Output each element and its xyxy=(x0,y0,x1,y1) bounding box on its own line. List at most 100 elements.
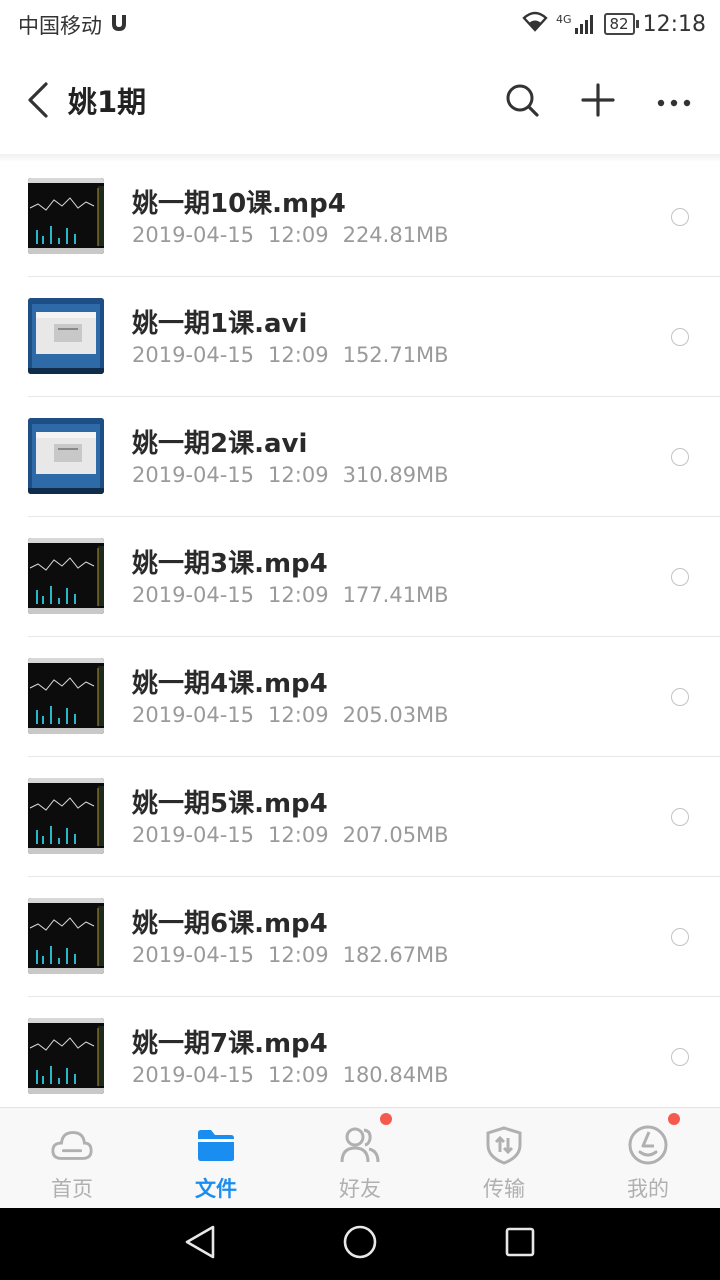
file-time: 12:09 xyxy=(268,943,329,967)
tab-label: 文件 xyxy=(195,1177,237,1201)
system-nav-bar xyxy=(0,1208,720,1280)
file-meta: 2019-04-15 12:09 177.41MB xyxy=(132,583,463,607)
tab-transfer[interactable]: 传输 xyxy=(432,1108,576,1209)
file-meta: 2019-04-15 12:09 207.05MB xyxy=(132,823,463,847)
file-time: 12:09 xyxy=(268,583,329,607)
file-row[interactable]: 姚一期5课.mp4 2019-04-15 12:09 207.05MB xyxy=(0,757,720,877)
file-time: 12:09 xyxy=(268,1063,329,1087)
file-size: 207.05MB xyxy=(342,823,449,847)
transfer-icon xyxy=(482,1123,526,1167)
tab-cloud[interactable]: 首页 xyxy=(0,1108,144,1209)
network-label: 4G xyxy=(555,13,572,26)
tab-label: 首页 xyxy=(51,1177,93,1201)
page-title: 姚1期 xyxy=(68,85,147,119)
file-name: 姚一期7课.mp4 xyxy=(132,1029,328,1059)
tab-folder[interactable]: 文件 xyxy=(144,1108,288,1209)
battery-indicator: 82 xyxy=(603,13,639,35)
file-meta: 2019-04-15 12:09 182.67MB xyxy=(132,943,463,967)
select-checkbox[interactable] xyxy=(671,568,689,586)
back-button[interactable] xyxy=(18,80,58,124)
chevron-left-icon xyxy=(26,82,50,122)
nav-home-button[interactable] xyxy=(340,1224,380,1264)
file-date: 2019-04-15 xyxy=(132,223,255,247)
file-time: 12:09 xyxy=(268,223,329,247)
more-button[interactable] xyxy=(652,80,696,124)
notification-badge xyxy=(380,1113,392,1125)
file-row[interactable]: 姚一期1课.avi 2019-04-15 12:09 152.71MB xyxy=(0,277,720,397)
wifi-icon xyxy=(522,10,548,38)
file-name: 姚一期6课.mp4 xyxy=(132,909,328,939)
cloud-icon xyxy=(50,1123,94,1167)
file-time: 12:09 xyxy=(268,343,329,367)
tab-profile[interactable]: 我的 xyxy=(576,1108,720,1209)
file-meta: 2019-04-15 12:09 224.81MB xyxy=(132,223,463,247)
video-thumbnail xyxy=(28,178,104,254)
file-time: 12:09 xyxy=(268,463,329,487)
file-size: 182.67MB xyxy=(342,943,449,967)
file-size: 224.81MB xyxy=(342,223,449,247)
select-checkbox[interactable] xyxy=(671,1048,689,1066)
triangle-back-icon xyxy=(183,1224,217,1264)
tab-label: 我的 xyxy=(627,1177,669,1201)
file-date: 2019-04-15 xyxy=(132,463,255,487)
file-name: 姚一期4课.mp4 xyxy=(132,669,328,699)
file-date: 2019-04-15 xyxy=(132,343,255,367)
tab-label: 好友 xyxy=(339,1177,381,1201)
more-icon xyxy=(656,93,692,112)
file-date: 2019-04-15 xyxy=(132,823,255,847)
select-checkbox[interactable] xyxy=(671,808,689,826)
file-row[interactable]: 姚一期2课.avi 2019-04-15 12:09 310.89MB xyxy=(0,397,720,517)
select-checkbox[interactable] xyxy=(671,928,689,946)
file-row[interactable]: 姚一期10课.mp4 2019-04-15 12:09 224.81MB xyxy=(0,157,720,277)
file-date: 2019-04-15 xyxy=(132,943,255,967)
bottom-tab-bar: 首页 文件 好友 传输 我的 xyxy=(0,1107,720,1209)
file-size: 180.84MB xyxy=(342,1063,449,1087)
video-thumbnail xyxy=(28,418,104,494)
status-right: 4G 82 12:18 xyxy=(522,10,706,38)
profile-icon xyxy=(626,1123,670,1167)
file-name: 姚一期5课.mp4 xyxy=(132,789,328,819)
file-size: 310.89MB xyxy=(342,463,449,487)
search-button[interactable] xyxy=(500,80,544,124)
folder-icon xyxy=(194,1123,238,1167)
status-left: 中国移动 xyxy=(18,10,130,40)
file-name: 姚一期10课.mp4 xyxy=(132,189,346,219)
tab-friends[interactable]: 好友 xyxy=(288,1108,432,1209)
file-date: 2019-04-15 xyxy=(132,703,255,727)
file-size: 205.03MB xyxy=(342,703,449,727)
clock: 12:18 xyxy=(642,11,706,37)
select-checkbox[interactable] xyxy=(671,688,689,706)
notification-icon xyxy=(108,12,130,39)
file-meta: 2019-04-15 12:09 310.89MB xyxy=(132,463,463,487)
file-row[interactable]: 姚一期7课.mp4 2019-04-15 12:09 180.84MB xyxy=(0,997,720,1107)
file-name: 姚一期3课.mp4 xyxy=(132,549,328,579)
file-time: 12:09 xyxy=(268,823,329,847)
video-thumbnail xyxy=(28,778,104,854)
friends-icon xyxy=(338,1123,382,1167)
video-thumbnail xyxy=(28,298,104,374)
nav-recents-button[interactable] xyxy=(500,1224,540,1264)
file-name: 姚一期2课.avi xyxy=(132,429,308,459)
carrier-label: 中国移动 xyxy=(18,14,102,38)
select-checkbox[interactable] xyxy=(671,448,689,466)
file-row[interactable]: 姚一期3课.mp4 2019-04-15 12:09 177.41MB xyxy=(0,517,720,637)
file-date: 2019-04-15 xyxy=(132,583,255,607)
file-meta: 2019-04-15 12:09 205.03MB xyxy=(132,703,463,727)
circle-home-icon xyxy=(342,1224,378,1264)
file-time: 12:09 xyxy=(268,703,329,727)
nav-back-button[interactable] xyxy=(180,1224,220,1264)
header: 姚1期 xyxy=(0,50,720,154)
plus-icon xyxy=(581,83,615,121)
video-thumbnail xyxy=(28,658,104,734)
square-recents-icon xyxy=(503,1225,537,1263)
video-thumbnail xyxy=(28,538,104,614)
file-row[interactable]: 姚一期6课.mp4 2019-04-15 12:09 182.67MB xyxy=(0,877,720,997)
file-row[interactable]: 姚一期4课.mp4 2019-04-15 12:09 205.03MB xyxy=(0,637,720,757)
select-checkbox[interactable] xyxy=(671,328,689,346)
file-list[interactable]: 姚一期10课.mp4 2019-04-15 12:09 224.81MB 姚一期1课.a… xyxy=(0,157,720,1107)
select-checkbox[interactable] xyxy=(671,208,689,226)
status-bar: 中国移动 4G 82 12:18 xyxy=(0,0,720,50)
add-button[interactable] xyxy=(576,80,620,124)
file-date: 2019-04-15 xyxy=(132,1063,255,1087)
video-thumbnail xyxy=(28,1018,104,1094)
